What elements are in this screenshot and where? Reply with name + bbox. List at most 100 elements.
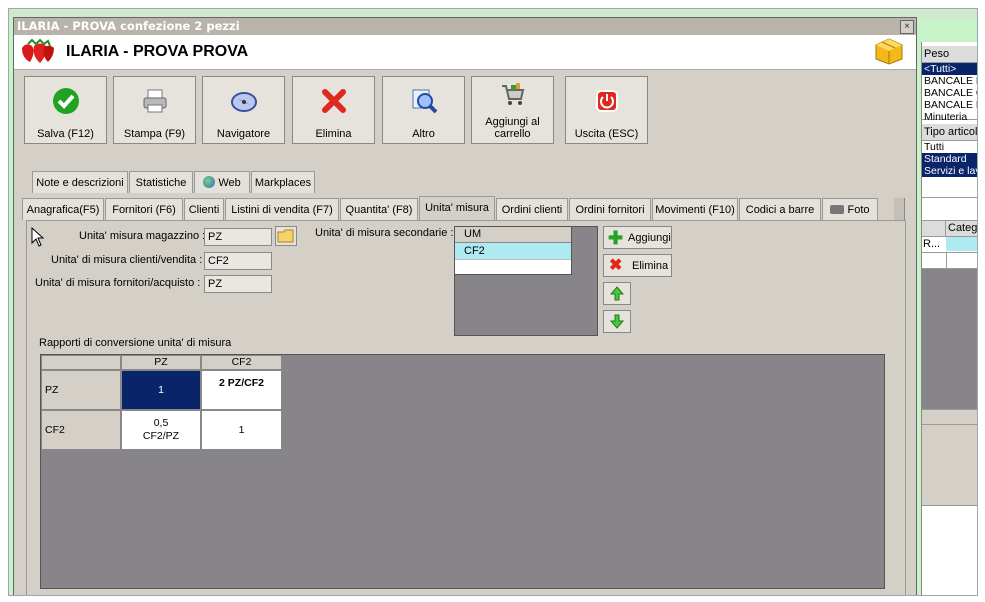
filter-panel: Peso <Tutti> BANCALE P BANCALE G BANCALE… bbox=[921, 42, 978, 595]
um-magazzino-field[interactable]: PZ bbox=[204, 228, 272, 246]
delete-label: Elimina bbox=[315, 128, 352, 140]
compass-icon bbox=[231, 92, 257, 112]
conversion-cell[interactable]: 0,5 CF2/PZ bbox=[121, 410, 201, 450]
peso-item[interactable]: Minuteria bbox=[922, 111, 977, 123]
close-button[interactable]: × bbox=[900, 20, 914, 34]
tab-unita-misura[interactable]: Unita' misura bbox=[419, 196, 495, 221]
conversion-corner bbox=[41, 355, 121, 370]
conversion-row-header: PZ bbox=[41, 370, 121, 410]
add-cart-label: Aggiungi al carrello bbox=[485, 116, 540, 140]
add-um-label: Aggiungi bbox=[628, 232, 671, 244]
magnifier-icon bbox=[412, 89, 438, 114]
dialog-header: ILARIA - PROVA PROVA bbox=[14, 35, 916, 70]
conversion-row-header: CF2 bbox=[41, 410, 121, 450]
um-fornitori-label: Unita' di misura fornitori/acquisto : bbox=[35, 277, 201, 289]
print-label: Stampa (F9) bbox=[123, 128, 186, 140]
secondary-grid-header: UM bbox=[455, 227, 571, 243]
tab-foto[interactable]: Foto bbox=[822, 198, 878, 220]
red-x-icon: ✖ bbox=[609, 257, 623, 274]
globe-icon bbox=[203, 176, 216, 188]
red-x-icon bbox=[322, 89, 346, 113]
dialog-titlebar: ILARIA - PROVA confezione 2 pezzi bbox=[14, 18, 916, 35]
tipo-articolo-header: Tipo articolo bbox=[922, 124, 977, 141]
add-um-button[interactable]: ✚ Aggiungi bbox=[603, 226, 672, 249]
um-secondarie-label: Unita' di misura secondarie : bbox=[315, 227, 454, 239]
peso-item[interactable]: BANCALE G bbox=[922, 87, 977, 99]
tab-listini[interactable]: Listini di vendita (F7) bbox=[225, 198, 339, 220]
tab-markplaces[interactable]: Markplaces bbox=[251, 171, 315, 193]
conversion-cell[interactable]: 1 bbox=[201, 410, 282, 450]
tab-strip-end bbox=[894, 198, 905, 220]
tab-note[interactable]: Note e descrizioni bbox=[32, 171, 128, 193]
tab-codici-barre[interactable]: Codici a barre bbox=[739, 198, 821, 220]
folder-button[interactable] bbox=[275, 226, 297, 246]
add-cart-button[interactable]: Aggiungi al carrello bbox=[471, 76, 554, 144]
tab-ordini-fornitori[interactable]: Ordini fornitori bbox=[569, 198, 651, 220]
mouse-cursor-icon bbox=[31, 227, 45, 247]
um-clienti-field[interactable]: CF2 bbox=[204, 252, 272, 270]
camera-icon bbox=[830, 205, 845, 214]
secondary-grid-row[interactable]: CF2 bbox=[455, 243, 571, 260]
check-icon bbox=[53, 88, 79, 114]
categ-header: Categ bbox=[948, 222, 978, 234]
grid-empty-area bbox=[922, 269, 977, 409]
tipo-articolo-list[interactable]: Tutti Standard Servizi e lav bbox=[922, 141, 977, 198]
article-dialog: ILARIA - PROVA confezione 2 pezzi × ILAR… bbox=[13, 17, 917, 595]
tab-foto-label: Foto bbox=[847, 204, 870, 216]
um-clienti-label: Unita' di misura clienti/vendita : bbox=[51, 254, 203, 266]
peso-header: Peso bbox=[922, 46, 977, 63]
arrow-up-icon bbox=[609, 286, 625, 301]
peso-item[interactable]: BANCALE E bbox=[922, 99, 977, 111]
delete-um-button[interactable]: ✖ Elimina bbox=[603, 254, 672, 277]
navigator-button[interactable]: Navigatore bbox=[202, 76, 285, 144]
categ-row-label: R... bbox=[923, 238, 941, 250]
tab-movimenti[interactable]: Movimenti (F10) bbox=[652, 198, 738, 220]
conversion-col-header: CF2 bbox=[201, 355, 282, 370]
unita-misura-panel: Unita' misura magazzino : PZ Unita' di m… bbox=[26, 220, 906, 595]
delete-um-label: Elimina bbox=[632, 260, 669, 272]
tab-ordini-clienti[interactable]: Ordini clienti bbox=[496, 198, 568, 220]
um-fornitori-field[interactable]: PZ bbox=[204, 275, 272, 293]
conversion-col-header: PZ bbox=[121, 355, 201, 370]
tab-web[interactable]: Web bbox=[194, 171, 250, 193]
exit-button[interactable]: Uscita (ESC) bbox=[565, 76, 648, 144]
other-button[interactable]: Altro bbox=[382, 76, 465, 144]
conversion-cell[interactable]: 1 bbox=[121, 370, 201, 410]
power-icon bbox=[596, 90, 618, 112]
tipo-item[interactable]: Standard bbox=[922, 153, 977, 165]
peso-item[interactable]: BANCALE P bbox=[922, 75, 977, 87]
tab-statistiche[interactable]: Statistiche bbox=[129, 171, 193, 193]
printer-icon bbox=[143, 89, 167, 113]
strawberry-icon bbox=[22, 38, 54, 63]
print-button[interactable]: Stampa (F9) bbox=[113, 76, 196, 144]
tab-quantita[interactable]: Quantita' (F8) bbox=[340, 198, 418, 220]
delete-button[interactable]: Elimina bbox=[292, 76, 375, 144]
conversion-title: Rapporti di conversione unita' di misura bbox=[39, 337, 232, 349]
product-title: ILARIA - PROVA PROVA bbox=[66, 43, 249, 60]
um-magazzino-label: Unita' misura magazzino : bbox=[79, 230, 206, 242]
conversion-grid[interactable]: PZ CF2 PZ 1 2 PZ/CF2 CF2 0,5 CF2/PZ 1 bbox=[40, 354, 885, 589]
secondary-um-grid[interactable]: UM CF2 bbox=[454, 226, 598, 336]
save-button[interactable]: Salva (F12) bbox=[24, 76, 107, 144]
peso-list[interactable]: <Tutti> BANCALE P BANCALE G BANCALE E Mi… bbox=[922, 63, 977, 123]
peso-item-all[interactable]: <Tutti> bbox=[922, 63, 977, 75]
move-down-button[interactable] bbox=[603, 310, 631, 333]
plus-icon: ✚ bbox=[608, 228, 624, 248]
package-icon bbox=[875, 38, 903, 65]
navigator-label: Navigatore bbox=[216, 128, 271, 140]
shopping-cart-icon bbox=[502, 83, 525, 105]
save-label: Salva (F12) bbox=[37, 128, 94, 140]
tab-web-label: Web bbox=[218, 177, 241, 189]
tipo-item[interactable]: Tutti bbox=[922, 141, 977, 153]
move-up-button[interactable] bbox=[603, 282, 631, 305]
arrow-down-icon bbox=[609, 314, 625, 329]
conversion-cell[interactable]: 2 PZ/CF2 bbox=[201, 370, 282, 410]
other-label: Altro bbox=[412, 128, 435, 140]
tab-clienti[interactable]: Clienti bbox=[184, 198, 224, 220]
folder-icon bbox=[277, 229, 294, 243]
tab-anagrafica[interactable]: Anagrafica(F5) bbox=[22, 198, 104, 220]
exit-label: Uscita (ESC) bbox=[574, 128, 639, 140]
background-window: Peso <Tutti> BANCALE P BANCALE G BANCALE… bbox=[8, 8, 978, 596]
tab-fornitori[interactable]: Fornitori (F6) bbox=[105, 198, 183, 220]
tipo-item[interactable]: Servizi e lav bbox=[922, 165, 977, 177]
